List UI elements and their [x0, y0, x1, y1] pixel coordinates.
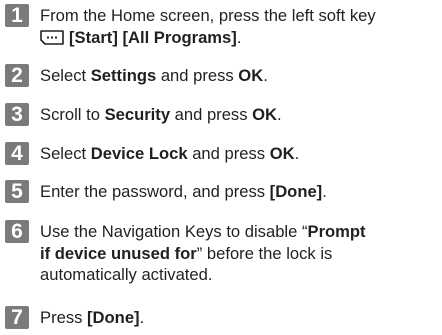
step-number-badge: 1: [5, 4, 29, 27]
step-text-bold: Device Lock: [90, 144, 188, 163]
step-text-part: ” before the lock is: [196, 243, 333, 263]
step-text-part: .: [277, 105, 282, 124]
step-text-bold: OK: [269, 144, 295, 163]
step-text-part: automatically activated.: [40, 265, 213, 284]
step-text-bold: [Done]: [87, 308, 140, 327]
step-text-bold: Settings: [90, 66, 157, 85]
step-text-bold: OK: [238, 66, 264, 85]
step-text-bold: if device unused for: [40, 243, 197, 263]
step-text: Select Settings and press OK.: [40, 65, 438, 87]
step-text-bold: Prompt: [307, 222, 366, 241]
step-text-part: Enter the password, and press: [40, 182, 270, 201]
step-text-bold: [Start] [All Programs]: [69, 27, 237, 47]
step-number-badge: 5: [5, 180, 29, 203]
step-number-badge: 3: [5, 103, 29, 126]
step-text-part: Scroll to: [40, 105, 105, 124]
step-text-part: Select: [40, 144, 91, 163]
step-number-badge: 4: [5, 142, 29, 165]
step-text-bold: OK: [252, 105, 278, 124]
step-text-part: Use the Navigation Keys to disable “: [40, 222, 308, 241]
step-text-part: .: [139, 308, 145, 327]
step-text: Enter the password, and press [Done].: [40, 181, 438, 203]
step-text-bold: Security: [104, 105, 171, 124]
step-text: Press [Done].: [40, 307, 438, 329]
step-text-part: Press: [40, 308, 88, 327]
step-text-part: From the Home screen, press the left sof…: [40, 6, 376, 25]
step-text-part: and press: [187, 144, 270, 163]
step-number-badge: 6: [5, 220, 29, 243]
step-text: From the Home screen, press the left sof…: [40, 5, 438, 48]
step-text-part: and press: [170, 105, 253, 124]
step-text-part: Select: [40, 66, 91, 85]
step-number-badge: 7: [5, 306, 29, 329]
step-text-part: and press: [156, 66, 239, 85]
softkey-icon: [40, 29, 64, 45]
step-number-badge: 2: [5, 64, 29, 87]
step-text: Scroll to Security and press OK.: [40, 104, 438, 126]
step-text: Select Device Lock and press OK.: [40, 143, 438, 165]
step-text: Use the Navigation Keys to disable “Prom…: [40, 221, 438, 286]
step-text-part: .: [322, 182, 327, 201]
step-text-part: .: [294, 144, 300, 163]
step-text-part: .: [236, 27, 242, 47]
step-text-part: .: [263, 66, 268, 85]
step-text-bold: [Done]: [269, 182, 323, 201]
